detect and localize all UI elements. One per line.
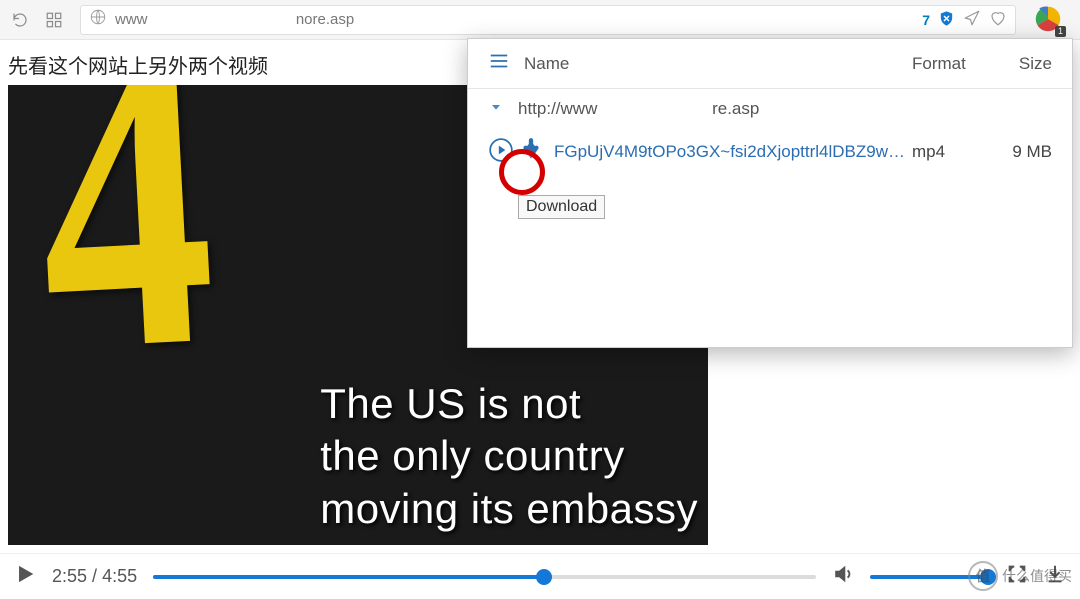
- shield-x-icon[interactable]: [938, 10, 955, 30]
- heart-icon[interactable]: [989, 9, 1007, 30]
- extension-button[interactable]: 1: [1034, 5, 1064, 35]
- video-caption: The US is not the only country moving it…: [320, 378, 698, 536]
- download-tooltip: Download: [518, 195, 605, 219]
- caption-line: The US is not: [320, 378, 698, 431]
- url-indicators: 7: [922, 9, 1007, 30]
- watermark: 值什么值得买: [968, 561, 1072, 591]
- caption-line: the only country: [320, 430, 698, 483]
- extension-badge: 1: [1055, 26, 1066, 37]
- column-name: Name: [524, 54, 912, 74]
- group-url: http://www re.asp: [518, 99, 1052, 119]
- page-content: 先看这个网站上另外两个视频 4 The US is not the only c…: [0, 40, 1080, 553]
- caption-line: moving its embassy: [320, 483, 698, 536]
- url-bar[interactable]: www nore.asp 7: [80, 5, 1016, 35]
- play-button[interactable]: [14, 563, 36, 590]
- url-text: www nore.asp: [115, 11, 914, 28]
- item-filename: FGpUjV4M9tOPo3GX~fsi2dXjopttrl4lDBZ9w_16…: [554, 142, 912, 162]
- time-display: 2:55 / 4:55: [52, 566, 137, 587]
- chevron-down-icon[interactable]: [488, 99, 518, 120]
- page-header-text: 先看这个网站上另外两个视频: [8, 50, 268, 79]
- send-icon[interactable]: [963, 9, 981, 30]
- annotation-circle: [499, 149, 545, 195]
- panel-header: Name Format Size: [468, 39, 1072, 89]
- browser-toolbar: www nore.asp 7 1: [0, 0, 1080, 40]
- count-badge: 7: [922, 12, 930, 28]
- progress-bar[interactable]: [153, 575, 816, 579]
- globe-icon: [89, 8, 107, 31]
- item-format: mp4: [912, 142, 992, 162]
- volume-icon[interactable]: [832, 563, 854, 590]
- video-overlay-number: 4: [28, 85, 222, 419]
- download-item-row[interactable]: FGpUjV4M9tOPo3GX~fsi2dXjopttrl4lDBZ9w_16…: [468, 129, 1072, 175]
- reload-button[interactable]: [6, 6, 34, 34]
- apps-grid-button[interactable]: [40, 6, 68, 34]
- item-size: 9 MB: [992, 142, 1052, 162]
- download-panel: Name Format Size http://www re.asp FGpUj…: [467, 38, 1073, 348]
- hamburger-icon[interactable]: [488, 50, 510, 77]
- video-controls: 2:55 / 4:55: [0, 553, 1080, 599]
- group-row[interactable]: http://www re.asp: [468, 89, 1072, 129]
- column-format: Format: [912, 54, 992, 74]
- column-size: Size: [992, 54, 1052, 74]
